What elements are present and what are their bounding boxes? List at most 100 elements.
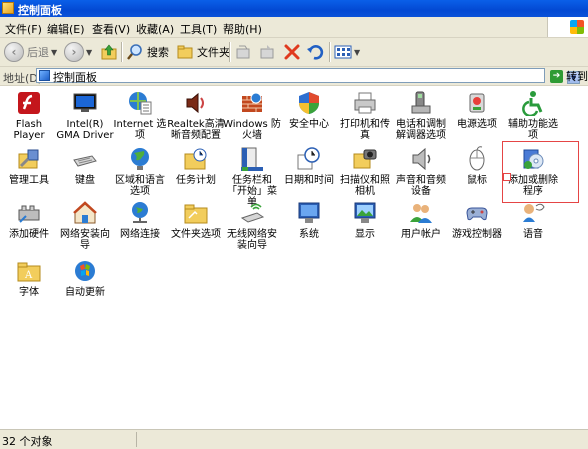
cpl-printers-faxes[interactable]: 打印机和传真 bbox=[336, 90, 394, 141]
update-icon bbox=[72, 258, 98, 284]
svg-text:A: A bbox=[24, 270, 33, 281]
clock-icon bbox=[296, 146, 322, 172]
cpl-power-options[interactable]: 电源选项 bbox=[448, 90, 506, 130]
cpl-keyboard[interactable]: 键盘 bbox=[56, 146, 114, 186]
network-wizard-icon bbox=[72, 200, 98, 226]
item-label: Windows 防火墙 bbox=[223, 119, 281, 141]
item-label: 无线网络安装向导 bbox=[227, 229, 277, 251]
cpl-sounds-audio[interactable]: 声音和音频设备 bbox=[392, 146, 450, 197]
item-label: 日期和时间 bbox=[284, 175, 334, 186]
address-input[interactable]: 控制面板 ▼ bbox=[36, 68, 580, 84]
phone-icon bbox=[408, 90, 434, 116]
item-label: 用户帐户 bbox=[401, 229, 441, 240]
menu-file[interactable]: 文件(F) bbox=[5, 21, 42, 37]
chevron-down-icon: ▼ bbox=[51, 47, 58, 57]
cpl-automatic-updates[interactable]: 自动更新 bbox=[56, 258, 114, 298]
menu-edit[interactable]: 编辑(E) bbox=[47, 21, 85, 37]
item-label: 扫描仪和照相机 bbox=[340, 175, 390, 197]
toolbar-separator bbox=[229, 42, 231, 62]
network-icon bbox=[127, 200, 153, 226]
item-label: 显示 bbox=[355, 229, 375, 240]
views-button[interactable]: ▼ bbox=[334, 40, 360, 64]
cpl-folder-options[interactable]: 文件夹选项 bbox=[167, 200, 225, 240]
speaker-icon bbox=[183, 90, 209, 116]
status-divider bbox=[136, 432, 137, 447]
cpl-date-time[interactable]: 日期和时间 bbox=[280, 146, 338, 186]
cpl-wireless-wizard[interactable]: 无线网络安装向导 bbox=[223, 200, 281, 251]
firewall-icon bbox=[239, 90, 265, 116]
go-button[interactable]: ➔ 转到 bbox=[550, 68, 588, 84]
cpl-scanners-cameras[interactable]: 扫描仪和照相机 bbox=[336, 146, 394, 197]
delete-button[interactable] bbox=[283, 40, 301, 64]
keyboard-icon bbox=[72, 146, 98, 172]
folders-button[interactable]: 文件夹 bbox=[176, 40, 230, 64]
address-value: 控制面板 bbox=[53, 71, 97, 84]
cpl-taskbar-start[interactable]: 任务栏和「开始」菜单 bbox=[223, 146, 281, 208]
item-label: 任务计划 bbox=[176, 175, 216, 186]
move-to-button[interactable] bbox=[234, 40, 252, 64]
selection-checkbox[interactable] bbox=[503, 173, 511, 181]
cpl-speech[interactable]: 语音 bbox=[504, 200, 562, 240]
item-label: 自动更新 bbox=[65, 287, 105, 298]
toolbar-separator bbox=[329, 42, 331, 62]
item-label: 管理工具 bbox=[9, 175, 49, 186]
chevron-down-icon: ▼ bbox=[354, 47, 361, 57]
delete-x-icon bbox=[284, 44, 300, 60]
cpl-user-accounts[interactable]: 用户帐户 bbox=[392, 200, 450, 240]
gamepad-icon bbox=[464, 200, 490, 226]
cpl-realtek-audio[interactable]: Realtek高清晰音频配置 bbox=[167, 90, 225, 141]
menu-help[interactable]: 帮助(H) bbox=[223, 21, 262, 37]
object-count: 32 个对象 bbox=[2, 435, 53, 448]
cpl-regional-language[interactable]: 区域和语言选项 bbox=[111, 146, 169, 197]
cpl-security-center[interactable]: 安全中心 bbox=[280, 90, 338, 130]
cpl-network-connections[interactable]: 网络连接 bbox=[111, 200, 169, 240]
chevron-down-icon: ▼ bbox=[86, 47, 93, 57]
status-bar: 32 个对象 bbox=[0, 429, 588, 449]
cpl-admin-tools[interactable]: 管理工具 bbox=[0, 146, 58, 186]
accessibility-icon bbox=[520, 90, 546, 116]
views-icon bbox=[334, 45, 352, 59]
item-label: 键盘 bbox=[75, 175, 95, 186]
toolbar-separator bbox=[121, 42, 123, 62]
toolbar: ‹ 后退 ▼ › ▼ 搜索 文件夹 ▼ bbox=[0, 38, 588, 67]
cpl-accessibility[interactable]: 辅助功能选项 bbox=[504, 90, 562, 141]
menu-favorites[interactable]: 收藏(A) bbox=[136, 21, 174, 37]
undo-button[interactable] bbox=[306, 40, 324, 64]
control-panel-icon bbox=[2, 2, 14, 14]
cpl-add-hardware[interactable]: 添加硬件 bbox=[0, 200, 58, 240]
item-label: Flash Player bbox=[13, 119, 45, 141]
cpl-fonts[interactable]: A 字体 bbox=[0, 258, 58, 298]
flash-icon bbox=[16, 90, 42, 116]
address-bar: 地址(D) 控制面板 ▼ ➔ 转到 bbox=[0, 67, 588, 86]
cpl-system[interactable]: 系统 bbox=[280, 200, 338, 240]
item-label: 网络安装向导 bbox=[60, 229, 110, 251]
scheduled-tasks-icon bbox=[183, 146, 209, 172]
windows-logo bbox=[547, 17, 588, 37]
forward-arrow-icon: › bbox=[64, 42, 84, 62]
cpl-scheduled-tasks[interactable]: 任务计划 bbox=[167, 146, 225, 186]
cpl-intel-gma[interactable]: Intel(R) GMA Driver bbox=[56, 90, 114, 141]
cpl-internet-options[interactable]: Internet 选项 bbox=[111, 90, 169, 141]
cpl-game-controllers[interactable]: 游戏控制器 bbox=[448, 200, 506, 240]
taskbar-icon bbox=[239, 146, 265, 172]
item-label: 电源选项 bbox=[457, 119, 497, 130]
audio-icon bbox=[408, 146, 434, 172]
cpl-mouse[interactable]: 鼠标 bbox=[448, 146, 506, 186]
back-button[interactable]: ‹ 后退 ▼ bbox=[4, 40, 57, 64]
hardware-icon bbox=[16, 200, 42, 226]
cpl-flash-player[interactable]: Flash Player bbox=[0, 90, 58, 141]
cpl-display[interactable]: 显示 bbox=[336, 200, 394, 240]
up-button[interactable] bbox=[100, 40, 118, 64]
speech-icon bbox=[520, 200, 546, 226]
cpl-phone-modem[interactable]: 电话和调制解调器选项 bbox=[392, 90, 450, 141]
item-label: 语音 bbox=[523, 229, 543, 240]
mouse-icon bbox=[464, 146, 490, 172]
menu-view[interactable]: 查看(V) bbox=[92, 21, 130, 37]
forward-button[interactable]: › ▼ bbox=[64, 40, 92, 64]
cpl-windows-firewall[interactable]: Windows 防火墙 bbox=[223, 90, 281, 141]
copy-to-button[interactable] bbox=[258, 40, 276, 64]
menu-tools[interactable]: 工具(T) bbox=[180, 21, 217, 37]
window-title: 控制面板 bbox=[18, 4, 62, 17]
search-button[interactable]: 搜索 bbox=[126, 40, 169, 64]
cpl-network-setup-wizard[interactable]: 网络安装向导 bbox=[56, 200, 114, 251]
